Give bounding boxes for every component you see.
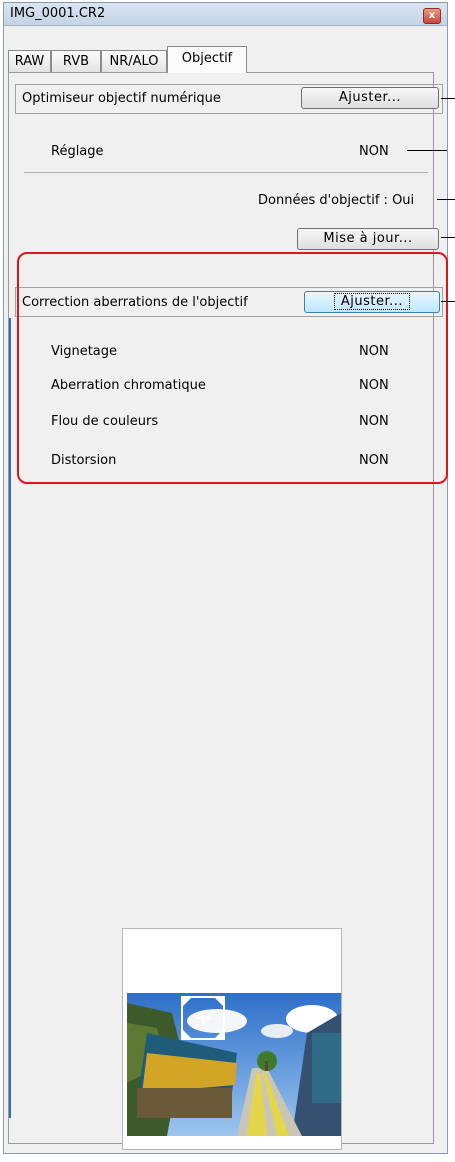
optimizer-adjust-button[interactable]: Ajuster... (301, 87, 439, 109)
accent-edge (9, 318, 11, 1118)
window-title: IMG_0001.CR2 (10, 6, 106, 21)
highlight-box (17, 252, 448, 484)
close-button[interactable]: x (423, 8, 441, 24)
tab-rvb[interactable]: RVB (51, 50, 101, 72)
callout-line (441, 98, 455, 99)
tab-objectif[interactable]: Objectif (167, 46, 247, 73)
move-crosshair-icon[interactable] (182, 997, 224, 1039)
callout-line (441, 301, 455, 302)
title-bar[interactable]: IMG_0001.CR2 x (4, 3, 447, 26)
close-icon: x (428, 10, 436, 21)
tab-nr-alo[interactable]: NR/ALO (101, 50, 167, 72)
setting-label: Réglage (51, 144, 104, 159)
preview-image[interactable] (127, 993, 341, 1136)
update-lens-data-button[interactable]: Mise à jour... (297, 228, 439, 250)
section-separator (24, 172, 428, 173)
callout-line (407, 150, 447, 151)
callout-line (437, 199, 455, 200)
lens-data-status: Données d'objectif : Oui (258, 193, 415, 208)
setting-value: NON (359, 144, 389, 159)
optimizer-label: Optimiseur objectif numérique (22, 91, 221, 106)
callout-line (441, 237, 455, 238)
tab-raw[interactable]: RAW (8, 50, 51, 72)
